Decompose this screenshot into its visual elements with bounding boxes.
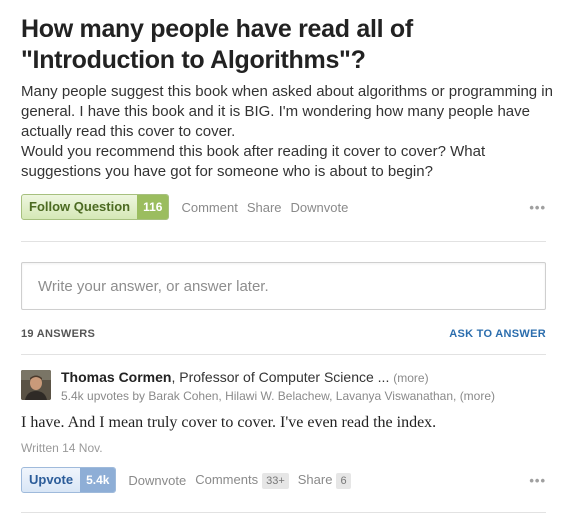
comments-count-badge: 33+ — [262, 472, 289, 489]
question-page: How many people have read all of "Introd… — [0, 0, 581, 517]
comment-link[interactable]: Comment — [181, 200, 237, 215]
ellipsis-icon[interactable]: ••• — [529, 200, 546, 215]
answer-downvote-link[interactable]: Downvote — [128, 473, 186, 488]
share-count-badge: 6 — [336, 472, 351, 489]
comments-label: Comments — [195, 471, 259, 487]
upvote-label: Upvote — [29, 472, 74, 487]
upvote-summary: 5.4k upvotes by — [61, 389, 149, 403]
question-details: Many people suggest this book when asked… — [21, 82, 566, 182]
author-name[interactable]: Thomas Cormen — [61, 369, 171, 385]
question-action-bar: Follow Question 116 Comment Share Downvo… — [21, 194, 546, 220]
upvote-count-badge: 5.4k — [80, 468, 116, 492]
follow-question-button[interactable]: Follow Question 116 — [21, 194, 170, 220]
question-details-paragraph: Would you recommend this book after read… — [21, 143, 486, 180]
divider — [21, 241, 546, 242]
answer-action-bar: Upvote 5.4k Downvote Comments 33+ Share 6 … — [21, 467, 546, 493]
share-label: Share — [297, 471, 333, 487]
divider — [21, 512, 546, 513]
author-credential: , Professor of Computer Science ... — [171, 369, 390, 385]
author-line: Thomas Cormen, Professor of Computer Sci… — [61, 369, 551, 385]
ask-to-answer-link[interactable]: ASK TO ANSWER — [449, 328, 546, 340]
share-link[interactable]: Share — [247, 200, 282, 215]
avatar[interactable] — [21, 370, 51, 400]
follow-question-label: Follow Question — [29, 199, 131, 214]
comments-link[interactable]: Comments 33+ — [195, 472, 289, 489]
author-photo-icon — [21, 370, 51, 400]
answer-input[interactable] — [36, 263, 530, 309]
divider — [21, 354, 546, 355]
upvoters-line: 5.4k upvotes by Barak Cohen, Hilawi W. B… — [61, 389, 551, 403]
upvoter-names[interactable]: Barak Cohen, Hilawi W. Belachew, Lavanya… — [148, 389, 456, 403]
upvoters-more-link[interactable]: (more) — [460, 389, 495, 403]
answer-text: I have. And I mean truly cover to cover.… — [21, 414, 437, 431]
follow-count-badge: 116 — [137, 195, 169, 219]
downvote-link[interactable]: Downvote — [291, 200, 349, 215]
answers-header: 19 ANSWERS ASK TO ANSWER — [21, 328, 546, 340]
question-details-paragraph: Many people suggest this book when asked… — [21, 83, 553, 140]
ellipsis-icon[interactable]: ••• — [529, 473, 546, 488]
answer-editor-box[interactable] — [21, 262, 546, 310]
answers-count: 19 ANSWERS — [21, 328, 96, 340]
written-date[interactable]: Written 14 Nov. — [21, 441, 103, 455]
answer-share-link[interactable]: Share 6 — [298, 472, 351, 489]
upvote-button[interactable]: Upvote 5.4k — [21, 467, 117, 493]
credential-more-link[interactable]: (more) — [393, 371, 428, 385]
question-title[interactable]: How many people have read all of "Introd… — [21, 14, 561, 76]
